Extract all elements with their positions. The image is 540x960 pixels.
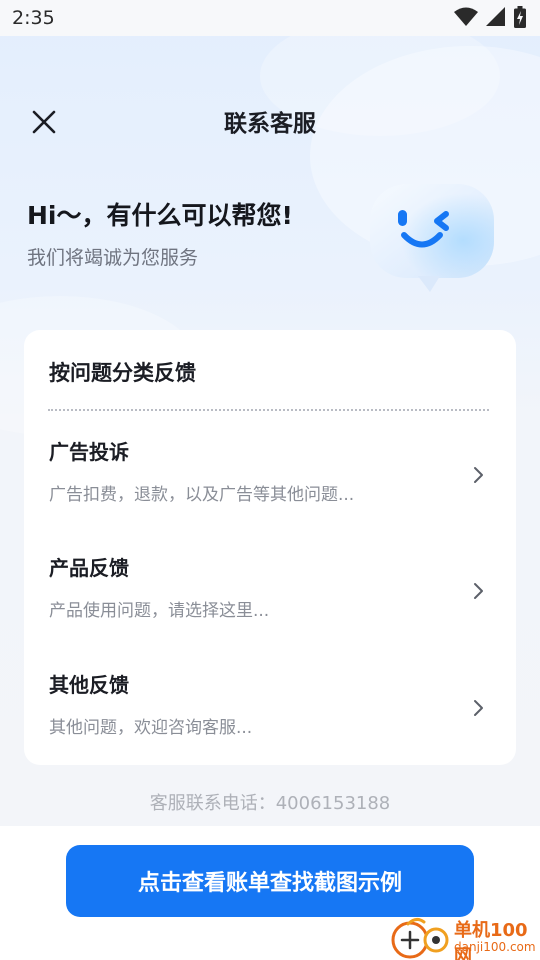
watermark-url: danji100.com (454, 940, 536, 954)
item-description: 产品使用问题，请选择这里... (49, 601, 270, 621)
item-title: 其他反馈 (49, 673, 129, 697)
screen: 2:35 联系客服 Hi～，有什么可以帮您! 我们将竭诚为您服务 按问题分类反馈… (0, 0, 540, 960)
item-title: 产品反馈 (49, 556, 129, 580)
watermark: 单机100网 danji100.com (390, 914, 540, 960)
status-time: 2:35 (12, 7, 55, 29)
list-item-product-feedback[interactable]: 产品反馈 产品使用问题，请选择这里... (24, 552, 516, 648)
chat-bubble-wink-face-icon (370, 184, 494, 292)
list-item-ad-complaint[interactable]: 广告投诉 广告扣费，退款，以及广告等其他问题... (24, 436, 516, 532)
watermark-logo-icon (391, 917, 449, 959)
view-bill-example-button[interactable]: 点击查看账单查找截图示例 (66, 845, 474, 917)
status-icons (454, 6, 526, 28)
battery-charging-icon (514, 6, 526, 28)
card-title: 按问题分类反馈 (49, 361, 196, 385)
wifi-icon (454, 7, 478, 26)
page-title: 联系客服 (224, 111, 316, 137)
item-description: 广告扣费，退款，以及广告等其他问题... (49, 485, 355, 505)
mascot (366, 180, 500, 300)
item-title: 广告投诉 (49, 440, 129, 464)
item-description: 其他问题，欢迎咨询客服... (49, 718, 253, 738)
chevron-right-icon (474, 583, 483, 599)
list-item-other-feedback[interactable]: 其他反馈 其他问题，欢迎咨询客服... (24, 669, 516, 765)
chevron-right-icon (474, 467, 483, 483)
status-bar: 2:35 (0, 0, 540, 36)
feedback-card: 按问题分类反馈 广告投诉 广告扣费，退款，以及广告等其他问题... 产品反馈 产… (24, 330, 516, 765)
signal-icon (486, 7, 505, 26)
divider (48, 409, 489, 411)
hero-title: Hi～，有什么可以帮您! (27, 201, 293, 230)
chevron-right-icon (474, 700, 483, 716)
support-phone-text: 客服联系电话：4006153188 (149, 793, 391, 814)
hero-subtitle: 我们将竭诚为您服务 (27, 247, 199, 269)
